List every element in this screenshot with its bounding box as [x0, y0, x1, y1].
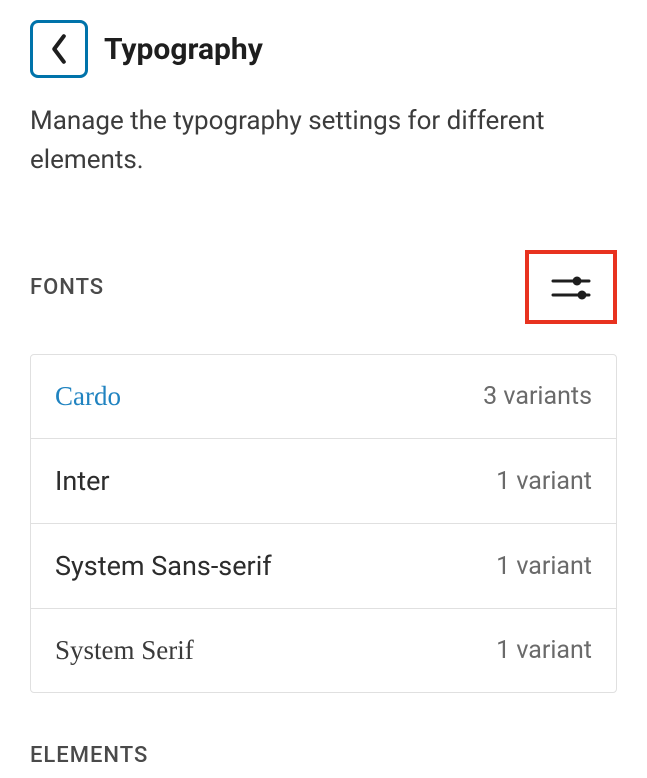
font-row[interactable]: System Serif 1 variant [31, 609, 616, 692]
font-list: Cardo 3 variants Inter 1 variant System … [30, 354, 617, 693]
font-row[interactable]: Cardo 3 variants [31, 355, 616, 439]
page-description: Manage the typography settings for diffe… [30, 102, 617, 180]
font-variants: 3 variants [483, 382, 592, 411]
font-row[interactable]: Inter 1 variant [31, 439, 616, 524]
font-variants: 1 variant [496, 636, 592, 665]
font-row[interactable]: System Sans-serif 1 variant [31, 524, 616, 609]
font-name: Inter [55, 465, 110, 497]
font-name: Cardo [55, 381, 121, 412]
font-settings-button[interactable] [525, 250, 617, 324]
font-variants: 1 variant [496, 552, 592, 581]
font-variants: 1 variant [496, 467, 592, 496]
page-title: Typography [104, 32, 263, 67]
sliders-icon [549, 271, 593, 303]
header-row: Typography [30, 20, 617, 78]
font-name: System Serif [55, 635, 194, 666]
back-button[interactable] [30, 20, 88, 78]
elements-section-label: ELEMENTS [30, 743, 617, 768]
fonts-section-label: FONTS [30, 275, 104, 300]
font-name: System Sans-serif [55, 550, 272, 582]
chevron-left-icon [49, 33, 69, 65]
fonts-section-header: FONTS [30, 250, 617, 324]
